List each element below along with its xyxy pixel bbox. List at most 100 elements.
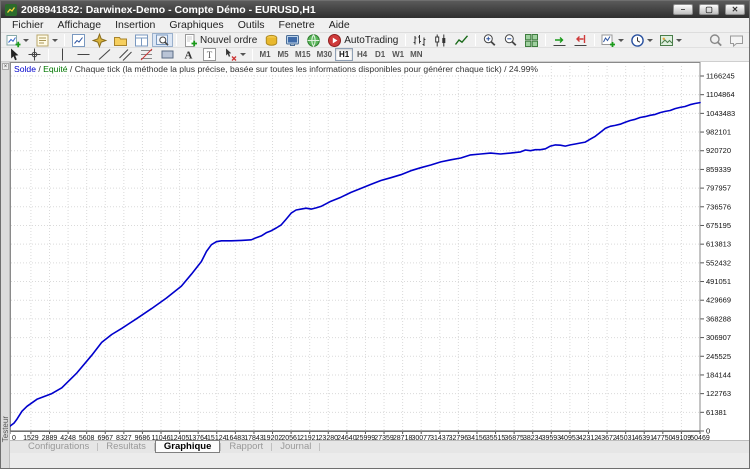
dropdown-arrow-icon[interactable]: [676, 39, 682, 42]
period-h4-button[interactable]: H4: [353, 48, 371, 61]
cursor-button[interactable]: [3, 48, 24, 62]
templates-button[interactable]: [656, 33, 685, 47]
line-chart-icon: [454, 33, 469, 48]
auto-scroll-button[interactable]: [549, 33, 570, 47]
x-axis-label: 24640: [337, 435, 357, 440]
x-axis-label: 34156: [467, 435, 487, 440]
profiles-button[interactable]: [32, 33, 61, 47]
menu-graphiques[interactable]: Graphiques: [162, 19, 230, 31]
new-chart-button[interactable]: [3, 33, 32, 47]
menu-fenetre[interactable]: Fenetre: [272, 19, 322, 31]
search-button[interactable]: [705, 33, 726, 47]
tester-close-icon[interactable]: ×: [2, 63, 9, 70]
x-axis-label: 31437: [430, 435, 450, 440]
main-area: × Testeur Solde / Equité / Chaque tick (…: [1, 62, 749, 468]
line-chart-button[interactable]: [451, 33, 472, 47]
balance-curve-chart: 0152928894248560869678327968611046124051…: [10, 62, 749, 445]
toolbar-separator: [176, 34, 177, 46]
horizontal-line-icon: [76, 47, 91, 62]
period-mn-button[interactable]: MN: [407, 48, 425, 61]
x-axis-label: 45031: [616, 435, 636, 440]
period-m15-button[interactable]: M15: [292, 48, 314, 61]
shapes-button[interactable]: [157, 48, 178, 62]
chat-button[interactable]: [726, 33, 747, 47]
autotrading-button[interactable]: AutoTrading: [324, 33, 402, 47]
metaeditor-icon: [264, 33, 279, 48]
maximize-button[interactable]: ▢: [699, 4, 719, 15]
menu-insertion[interactable]: Insertion: [108, 19, 162, 31]
market-watch-button[interactable]: [68, 33, 89, 47]
x-axis-label: 49109: [672, 435, 692, 440]
period-w1-button[interactable]: W1: [389, 48, 407, 61]
metaeditor-button[interactable]: [261, 33, 282, 47]
title-bar[interactable]: 2088941832: Darwinex-Demo - Compte Démo …: [1, 1, 749, 18]
periods-icon: [630, 33, 645, 48]
svg-text:T: T: [207, 50, 213, 60]
y-axis-label: 613813: [706, 240, 731, 249]
tile-windows-button[interactable]: [521, 33, 542, 47]
period-m1-button[interactable]: M1: [256, 48, 274, 61]
dropdown-arrow-icon[interactable]: [618, 39, 624, 42]
fibonacci-button[interactable]: [136, 48, 157, 62]
y-axis-label: 61381: [706, 408, 727, 417]
y-axis-label: 491051: [706, 277, 731, 286]
period-h1-button[interactable]: H1: [335, 48, 353, 61]
data-window-button[interactable]: [131, 33, 152, 47]
navigator-button[interactable]: [89, 33, 110, 47]
candlestick-chart-button[interactable]: [430, 33, 451, 47]
terminal-button[interactable]: [282, 33, 303, 47]
y-axis-label: 920720: [706, 146, 731, 155]
chart-shift-button[interactable]: [570, 33, 591, 47]
new-order-button[interactable]: Nouvel ordre: [180, 33, 261, 47]
y-axis-label: 122763: [706, 389, 731, 398]
tile-windows-icon: [524, 33, 539, 48]
community-button[interactable]: [303, 33, 324, 47]
zoom-in-button[interactable]: [479, 33, 500, 47]
label-button[interactable]: T: [199, 48, 220, 62]
menu-affichage[interactable]: Affichage: [51, 19, 109, 31]
dropdown-arrow-icon[interactable]: [23, 39, 29, 42]
crosshair-button[interactable]: [24, 48, 45, 62]
chart-shift-icon: [573, 33, 588, 48]
tester-graph[interactable]: Solde / Equité / Chaque tick (la méthode…: [10, 62, 749, 440]
auto-scroll-icon: [552, 33, 567, 48]
toolbar-separator: [64, 34, 65, 46]
close-button[interactable]: ✕: [725, 4, 745, 15]
trendline-button[interactable]: [94, 48, 115, 62]
periods-button[interactable]: [627, 33, 656, 47]
y-axis-label: 368288: [706, 314, 731, 323]
text-button[interactable]: A: [178, 48, 199, 62]
period-m5-button[interactable]: M5: [274, 48, 292, 61]
menu-bar: FichierAffichageInsertionGraphiquesOutil…: [1, 18, 749, 33]
dropdown-arrow-icon[interactable]: [240, 53, 246, 56]
x-axis-label: 30077: [411, 435, 431, 440]
x-axis-label: 1529: [23, 435, 39, 440]
favorites-button[interactable]: [110, 33, 131, 47]
arrows-button[interactable]: [220, 48, 249, 62]
menu-outils[interactable]: Outils: [231, 19, 272, 31]
channel-button[interactable]: [115, 48, 136, 62]
x-axis-label: 50469: [690, 435, 710, 440]
standard-toolbar: Nouvel ordre AutoTrading: [1, 33, 749, 48]
toolbar-separator: [545, 34, 546, 46]
tester-panel-grip[interactable]: × Testeur: [1, 62, 10, 468]
period-d1-button[interactable]: D1: [371, 48, 389, 61]
vertical-line-button[interactable]: [52, 48, 73, 62]
bar-chart-button[interactable]: [409, 33, 430, 47]
strategy-tester-button[interactable]: [152, 33, 173, 47]
x-axis-label: 20561: [281, 435, 301, 440]
y-axis-label: 429669: [706, 296, 731, 305]
menu-aide[interactable]: Aide: [322, 19, 357, 31]
y-axis-label: 184144: [706, 370, 731, 379]
zoom-out-button[interactable]: [500, 33, 521, 47]
window-title: 2088941832: Darwinex-Demo - Compte Démo …: [21, 4, 667, 16]
x-axis-label: 46391: [635, 435, 655, 440]
indicators-button[interactable]: [598, 33, 627, 47]
minimize-button[interactable]: –: [673, 4, 693, 15]
dropdown-arrow-icon[interactable]: [52, 39, 58, 42]
new-order-icon: [183, 33, 198, 48]
period-m30-button[interactable]: M30: [314, 48, 336, 61]
menu-fichier[interactable]: Fichier: [5, 19, 51, 31]
horizontal-line-button[interactable]: [73, 48, 94, 62]
dropdown-arrow-icon[interactable]: [647, 39, 653, 42]
